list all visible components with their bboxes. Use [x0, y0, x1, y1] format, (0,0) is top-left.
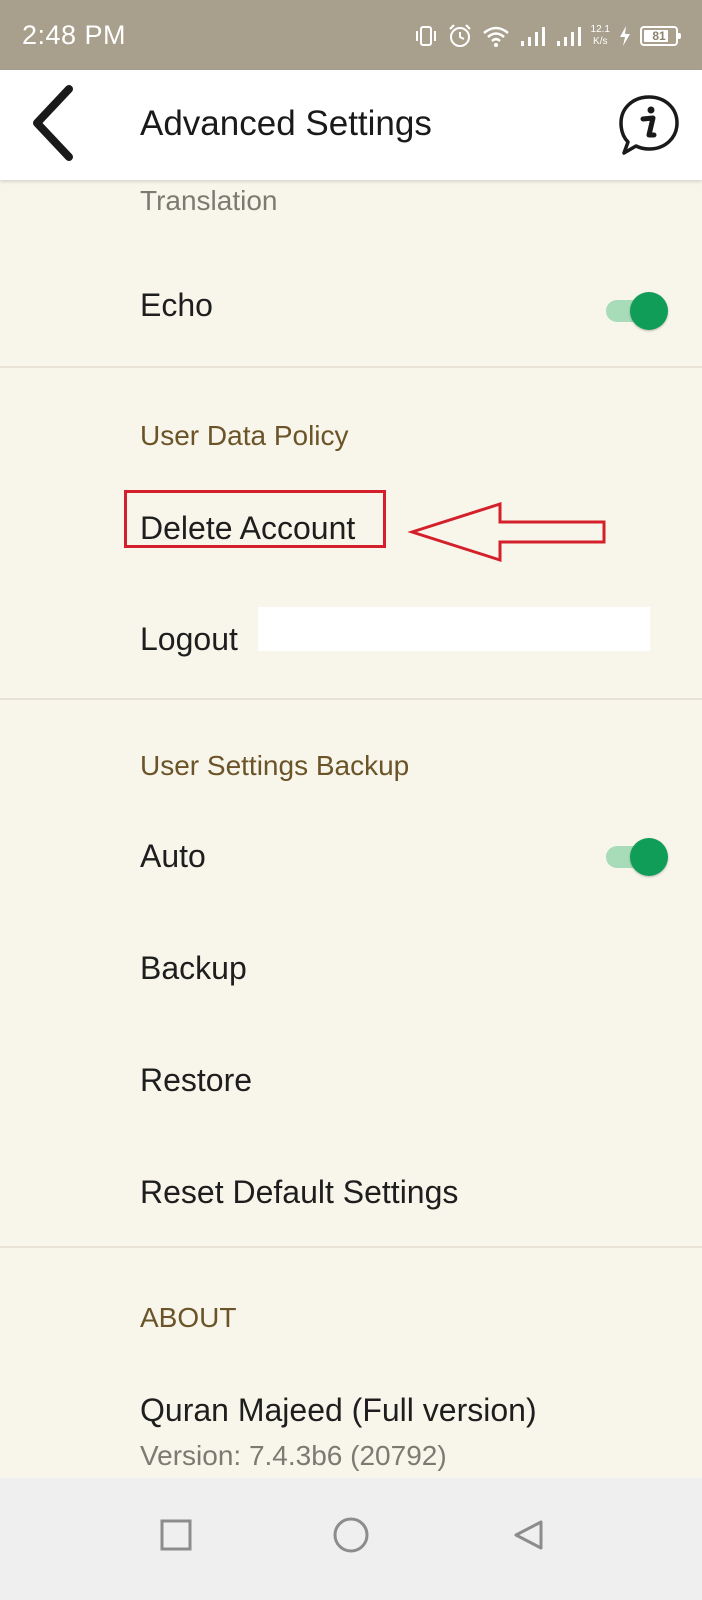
auto-label: Auto [140, 838, 206, 874]
about-header: ABOUT [140, 1302, 237, 1333]
back-arrow-icon [29, 83, 77, 168]
echo-label: Echo [140, 287, 213, 323]
network-speed-value: 12.1 [590, 24, 610, 35]
app-name-label: Quran Majeed (Full version) [140, 1392, 537, 1428]
backup-row[interactable] [0, 912, 702, 1012]
auto-toggle[interactable] [602, 836, 668, 876]
auto-toggle-thumb [630, 838, 668, 876]
info-button[interactable] [616, 92, 682, 158]
version-label: Version: 7.4.3b6 (20792) [140, 1440, 447, 1471]
back-button[interactable] [18, 82, 88, 168]
signal-icon [555, 24, 583, 48]
restore-label: Restore [140, 1062, 253, 1098]
backup-label: Backup [140, 950, 247, 986]
status-bar: 2:48 PM 12.1 K/s 81 [0, 0, 702, 70]
auto-row[interactable] [0, 800, 702, 900]
wifi-icon [481, 24, 511, 48]
user-data-policy-header: User Data Policy [140, 420, 349, 451]
section-divider [0, 1246, 702, 1248]
network-speed-unit: K/s [593, 36, 608, 47]
app-bar: Advanced Settings [0, 70, 702, 180]
circle-icon [332, 1516, 370, 1559]
section-divider [0, 366, 702, 368]
status-time: 2:48 PM [22, 20, 127, 50]
echo-toggle-thumb [630, 292, 668, 330]
section-divider [0, 698, 702, 700]
restore-row[interactable] [0, 1024, 702, 1124]
vibrate-icon [413, 24, 439, 48]
user-settings-backup-header: User Settings Backup [140, 750, 410, 781]
echo-row[interactable] [0, 255, 702, 355]
triangle-back-icon [511, 1518, 545, 1557]
alarm-icon [447, 23, 473, 49]
page-title: Advanced Settings [140, 104, 432, 143]
navigation-bar [0, 1478, 702, 1600]
translation-subtext: Translation [140, 185, 278, 216]
status-icons: 12.1 K/s 81 [413, 18, 681, 54]
logout-label: Logout [140, 621, 238, 657]
network-speed: 12.1 K/s [591, 24, 610, 48]
square-icon [159, 1518, 193, 1557]
recents-button[interactable] [151, 1512, 201, 1562]
signal-icon [519, 24, 547, 48]
annotation-highlight-box [124, 490, 386, 548]
redaction-box [258, 607, 650, 651]
home-button[interactable] [326, 1512, 376, 1562]
charging-icon [618, 25, 632, 47]
annotation-arrow-icon [407, 500, 608, 569]
battery-level: 81 [652, 29, 666, 43]
screen: 2:48 PM 12.1 K/s 81 Advanced Settings Tr… [0, 0, 702, 1600]
battery-icon: 81 [640, 26, 681, 46]
nav-back-button[interactable] [503, 1512, 553, 1562]
info-bubble-icon [616, 95, 682, 162]
echo-toggle[interactable] [602, 290, 668, 330]
reset-default-settings-label: Reset Default Settings [140, 1174, 459, 1210]
